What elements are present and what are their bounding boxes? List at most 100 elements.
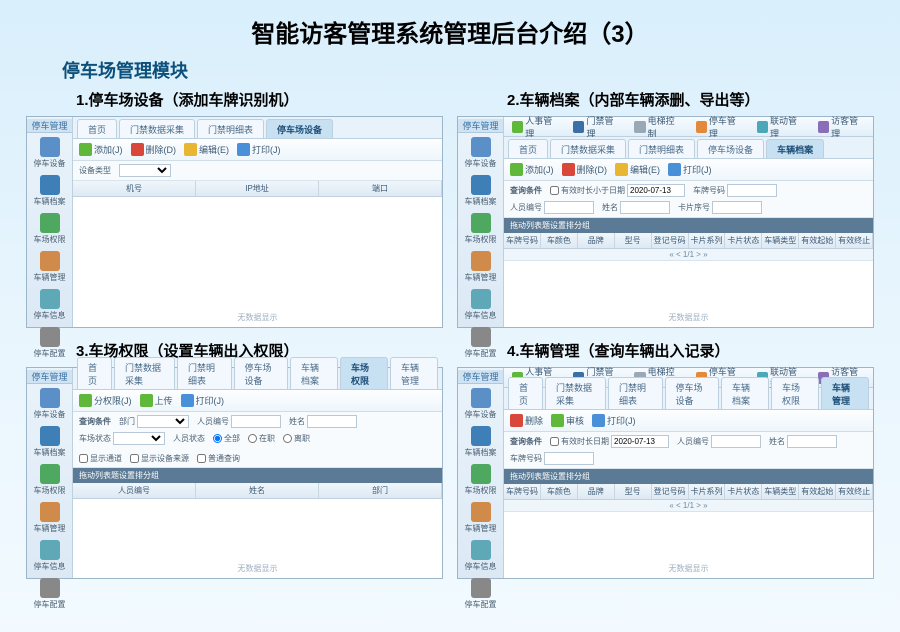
device-type-select[interactable]	[119, 164, 171, 177]
column-header[interactable]: 有效起始日期	[799, 233, 836, 248]
sidebar-item-2[interactable]: 车场权限	[458, 209, 503, 247]
tab-1[interactable]: 门禁数据采集	[550, 139, 626, 158]
toolbar-button-0[interactable]: 添加(J)	[510, 163, 554, 176]
column-header[interactable]: 车颜色	[541, 233, 578, 248]
toolbar-button-3[interactable]: 打印(J)	[668, 163, 712, 176]
column-header[interactable]: 车辆类型	[762, 484, 799, 499]
tab-2[interactable]: 门禁明细表	[197, 119, 264, 138]
filter-field-0[interactable]	[137, 415, 189, 428]
column-header[interactable]: 品牌	[578, 233, 615, 248]
toolbar-button-1[interactable]: 删除(D)	[562, 163, 608, 176]
filter-input-2[interactable]	[544, 201, 594, 214]
check-0[interactable]	[79, 454, 88, 463]
filter-input-2[interactable]	[787, 435, 837, 448]
column-header[interactable]: 型号	[615, 233, 652, 248]
toolbar-button-1[interactable]: 审核	[551, 414, 584, 427]
toolbar-button-0[interactable]: 删除	[510, 414, 543, 427]
column-header[interactable]: IP地址	[196, 181, 319, 196]
filter-input-3[interactable]	[620, 201, 670, 214]
sidebar-item-0[interactable]: 停车设备	[27, 384, 72, 422]
tab-2[interactable]: 门禁明细表	[177, 357, 232, 389]
sidebar-item-0[interactable]: 停车设备	[27, 133, 72, 171]
pager[interactable]: « < 1/1 > »	[504, 500, 873, 512]
tab-6[interactable]: 车辆管理	[821, 377, 869, 409]
sidebar-item-2[interactable]: 车场权限	[27, 460, 72, 498]
sidebar-item-4[interactable]: 停车信息	[458, 536, 503, 574]
filter-check-0[interactable]	[550, 437, 559, 446]
sidebar-item-5[interactable]: 停车配置	[458, 574, 503, 612]
tab-4[interactable]: 车辆档案	[721, 377, 769, 409]
tab-0[interactable]: 首页	[508, 377, 543, 409]
filter-check-0[interactable]	[550, 186, 559, 195]
radio-2[interactable]	[283, 434, 292, 443]
column-header[interactable]: 有效终止日期	[836, 484, 873, 499]
sidebar-item-2[interactable]: 车场权限	[27, 209, 72, 247]
column-header[interactable]: 有效终止日期	[836, 233, 873, 248]
toolbar-button-2[interactable]: 编辑(E)	[184, 143, 229, 156]
sidebar-item-4[interactable]: 停车信息	[27, 536, 72, 574]
radio-1[interactable]	[248, 434, 257, 443]
column-header[interactable]: 型号	[615, 484, 652, 499]
tab-1[interactable]: 门禁数据采集	[119, 119, 195, 138]
column-header[interactable]: 车牌号码	[504, 233, 541, 248]
toolbar-button-0[interactable]: 分权限(J)	[79, 394, 132, 407]
column-header[interactable]: 卡片系列号	[689, 233, 726, 248]
filter-input-1[interactable]	[727, 184, 777, 197]
tab-3[interactable]: 停车场设备	[266, 119, 333, 138]
filter-field-2[interactable]	[307, 415, 357, 428]
column-header[interactable]: 车颜色	[541, 484, 578, 499]
column-header[interactable]: 人员编号	[73, 483, 196, 498]
column-header[interactable]: 端口	[319, 181, 442, 196]
tab-5[interactable]: 车场权限	[771, 377, 819, 409]
toolbar-button-3[interactable]: 打印(J)	[237, 143, 281, 156]
column-header[interactable]: 登记号码	[652, 233, 689, 248]
column-header[interactable]: 有效起始日期	[799, 484, 836, 499]
column-header[interactable]: 登记号码	[652, 484, 689, 499]
toolbar-button-1[interactable]: 上传	[140, 394, 173, 407]
sidebar-item-3[interactable]: 车辆管理	[458, 247, 503, 285]
sidebar-item-1[interactable]: 车辆档案	[27, 171, 72, 209]
sidebar-item-1[interactable]: 车辆档案	[27, 422, 72, 460]
filter-input-0[interactable]	[627, 184, 685, 197]
tab-2[interactable]: 门禁明细表	[608, 377, 663, 409]
tab-1[interactable]: 门禁数据采集	[545, 377, 606, 409]
sidebar-item-2[interactable]: 车场权限	[458, 460, 503, 498]
tab-2[interactable]: 门禁明细表	[628, 139, 695, 158]
sidebar-item-3[interactable]: 车辆管理	[27, 247, 72, 285]
check-1[interactable]	[130, 454, 139, 463]
sidebar-item-1[interactable]: 车辆档案	[458, 171, 503, 209]
column-header[interactable]: 卡片状态	[725, 233, 762, 248]
tab-0[interactable]: 首页	[77, 357, 112, 389]
radio-0[interactable]	[213, 434, 222, 443]
sidebar-item-0[interactable]: 停车设备	[458, 133, 503, 171]
column-header[interactable]: 车辆类型	[762, 233, 799, 248]
tab-0[interactable]: 首页	[508, 139, 548, 158]
check-2[interactable]	[197, 454, 206, 463]
tab-0[interactable]: 首页	[77, 119, 117, 138]
tab-3[interactable]: 停车场设备	[697, 139, 764, 158]
toolbar-button-2[interactable]: 打印(J)	[181, 394, 225, 407]
column-header[interactable]: 卡片系列号	[689, 484, 726, 499]
tab-3[interactable]: 停车场设备	[234, 357, 289, 389]
tab-5[interactable]: 车场权限	[340, 357, 388, 389]
filter-field-1[interactable]	[231, 415, 281, 428]
sidebar-item-4[interactable]: 停车信息	[458, 285, 503, 323]
sidebar-item-0[interactable]: 停车设备	[458, 384, 503, 422]
column-header[interactable]: 卡片状态	[725, 484, 762, 499]
column-header[interactable]: 机号	[73, 181, 196, 196]
tab-6[interactable]: 车辆管理	[390, 357, 438, 389]
sidebar-item-3[interactable]: 车辆管理	[27, 498, 72, 536]
column-header[interactable]: 品牌	[578, 484, 615, 499]
filter-input-0[interactable]	[611, 435, 669, 448]
pager[interactable]: « < 1/1 > »	[504, 249, 873, 261]
toolbar-button-2[interactable]: 编辑(E)	[615, 163, 660, 176]
tab-3[interactable]: 停车场设备	[665, 377, 720, 409]
column-header[interactable]: 车牌号码	[504, 484, 541, 499]
tab-4[interactable]: 车辆档案	[290, 357, 338, 389]
sidebar-item-5[interactable]: 停车配置	[27, 574, 72, 612]
tab-1[interactable]: 门禁数据采集	[114, 357, 175, 389]
toolbar-button-1[interactable]: 删除(D)	[131, 143, 177, 156]
sidebar-item-4[interactable]: 停车信息	[27, 285, 72, 323]
column-header[interactable]: 部门	[319, 483, 442, 498]
toolbar-button-0[interactable]: 添加(J)	[79, 143, 123, 156]
